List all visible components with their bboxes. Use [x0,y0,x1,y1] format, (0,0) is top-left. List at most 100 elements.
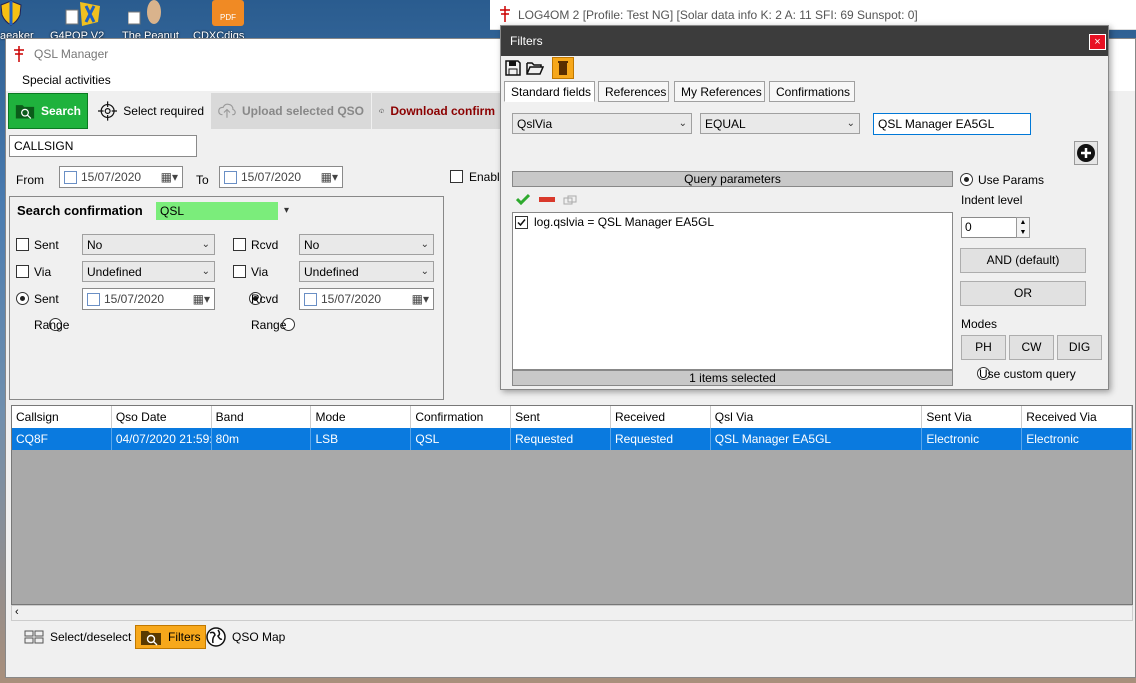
sent-date-label: Sent [34,292,59,306]
horizontal-scrollbar[interactable]: ‹ [11,605,1133,621]
via-rcvd-select[interactable]: Undefined ⌄ [299,261,434,282]
delete-icon[interactable] [552,57,574,79]
field-value: QslVia [517,116,553,131]
qso-map-button[interactable]: QSO Map [202,625,289,649]
cell-qso-date: 04/07/2020 21:59:33 [112,428,212,450]
from-date-picker[interactable]: 15/07/2020 ▦▾ [59,166,183,188]
chevron-down-icon: ⌄ [846,118,855,129]
from-date-checkbox[interactable] [64,170,77,184]
indent-level-label: Indent level [961,193,1023,207]
rcvd-checkbox[interactable] [233,238,246,251]
and-default-button[interactable]: AND (default) [960,248,1086,273]
search-confirmation-group: Search confirmation QSL ▾ Sent No ⌄ Rcvd … [9,196,444,400]
filter-value-input[interactable]: QSL Manager EA5GL [873,113,1031,135]
cell-sent: Requested [511,428,611,450]
chevron-up-icon[interactable]: ▲ [1017,218,1029,228]
add-filter-button[interactable] [1074,141,1098,165]
menu-special-activities[interactable]: Special activities [22,73,111,87]
sent-status-select[interactable]: No ⌄ [82,234,215,255]
download-confirmations-button[interactable]: Download confirm [372,93,502,129]
custom-query-label: Use custom query [979,367,1076,381]
via-rcvd-value: Undefined [304,264,359,279]
chevron-down-icon: ⌄ [201,239,210,250]
filters-label: Filters [168,630,201,644]
mode-cw-button[interactable]: CW [1009,335,1054,360]
field-select[interactable]: QslVia ⌄ [512,113,692,134]
tab-my-references[interactable]: My References [674,81,765,102]
select-deselect-button[interactable]: Select/deselect [20,625,135,649]
enable-checkbox[interactable] [450,170,463,183]
or-button[interactable]: OR [960,281,1086,306]
use-params-radio[interactable] [960,173,973,186]
tab-confirmations[interactable]: Confirmations [769,81,855,102]
cell-received-via: Electronic [1022,428,1133,450]
chevron-down-icon[interactable]: ▼ [1017,228,1029,238]
filters-dialog: Filters × Standard fields References My … [500,25,1109,390]
sent-checkbox[interactable] [16,238,29,251]
chevron-down-icon: ⌄ [678,118,687,129]
col-mode[interactable]: Mode [311,406,412,428]
globe-icon [206,627,226,647]
from-label: From [16,173,44,187]
shield-icon[interactable] [0,0,40,32]
operator-select[interactable]: EQUAL ⌄ [700,113,860,134]
mode-dig-button[interactable]: DIG [1057,335,1102,360]
select-required-button[interactable]: Select required [91,93,211,129]
open-folder-icon[interactable] [526,59,545,77]
table-row[interactable]: CQ8F 04/07/2020 21:59:33 80m LSB QSL Req… [12,428,1133,450]
mode-ph-button[interactable]: PH [961,335,1006,360]
rcvd-date-checkbox[interactable] [304,292,317,306]
tab-standard-fields[interactable]: Standard fields [504,81,595,102]
chevron-down-icon[interactable]: ▾ [284,205,289,216]
via-sent-select[interactable]: Undefined ⌄ [82,261,215,282]
sent-date-radio[interactable] [16,292,29,305]
chevron-down-icon: ⌄ [201,266,210,277]
via-rcvd-checkbox[interactable] [233,265,246,278]
sent-label: Sent [34,238,59,252]
col-received[interactable]: Received [611,406,711,428]
antenna-icon [14,46,24,62]
antenna-icon [500,6,510,22]
rcvd-range-label: Range [251,318,287,332]
to-date-value: 15/07/2020 [241,170,302,184]
to-date-picker[interactable]: 15/07/2020 ▦▾ [219,166,343,188]
plus-circle-icon [1077,144,1095,162]
svg-text:PDF: PDF [220,13,236,22]
search-button[interactable]: Search [8,93,88,129]
indent-stepper[interactable]: ▲ ▼ [1016,217,1030,238]
via-sent-checkbox[interactable] [16,265,29,278]
upload-selected-qso-button[interactable]: Upload selected QSO [211,93,371,129]
peanut-icon[interactable] [127,0,168,32]
g4pop-icon[interactable] [62,0,102,32]
filters-button[interactable]: Filters [135,625,206,649]
col-callsign[interactable]: Callsign [12,406,112,428]
col-sent[interactable]: Sent [511,406,611,428]
copy-icon[interactable] [563,194,577,205]
sent-status-value: No [87,237,103,252]
query-item-checkbox[interactable] [515,215,528,229]
tab-references[interactable]: References [598,81,669,102]
to-date-checkbox[interactable] [224,170,237,184]
col-received-via[interactable]: Received Via [1022,406,1133,428]
rcvd-date-picker[interactable]: 15/07/2020 ▦▾ [299,288,434,310]
chevron-left-icon[interactable]: ‹ [15,606,19,618]
list-item[interactable]: log.qslvia = QSL Manager EA5GL [515,215,714,229]
save-icon[interactable] [504,59,522,77]
minus-icon[interactable] [539,197,555,202]
sent-date-checkbox[interactable] [87,292,100,306]
filters-titlebar[interactable]: Filters × [501,26,1108,56]
confirmation-type-select[interactable]: QSL [156,202,278,220]
pdf-icon[interactable]: PDF [210,0,250,32]
col-qsl-via[interactable]: Qsl Via [711,406,923,428]
checkmark-icon[interactable] [515,193,531,206]
col-band[interactable]: Band [212,406,312,428]
callsign-input[interactable]: CALLSIGN [9,135,197,157]
rcvd-status-select[interactable]: No ⌄ [299,234,434,255]
indent-level-input[interactable]: 0 [961,217,1017,238]
close-button[interactable]: × [1089,34,1106,50]
col-confirmation[interactable]: Confirmation [411,406,512,428]
cloud-download-icon [379,108,385,114]
col-sent-via[interactable]: Sent Via [922,406,1023,428]
col-qso-date[interactable]: Qso Date [112,406,212,428]
sent-date-picker[interactable]: 15/07/2020 ▦▾ [82,288,215,310]
